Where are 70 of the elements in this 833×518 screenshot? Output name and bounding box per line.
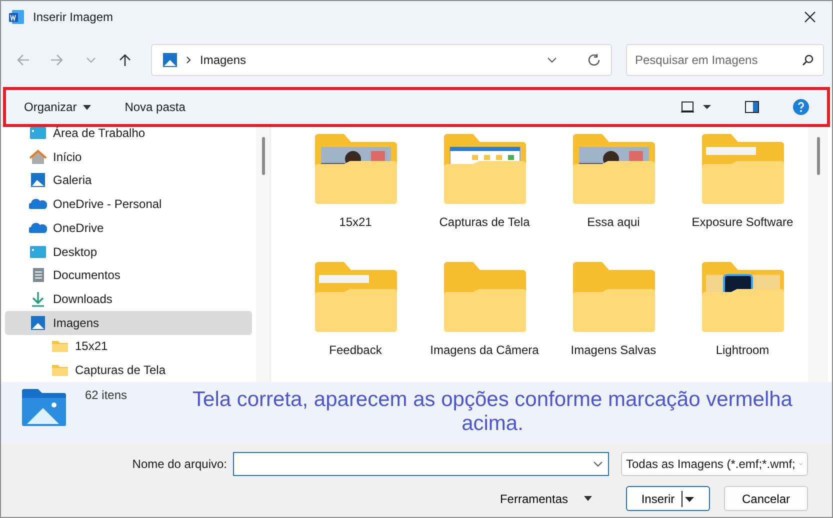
folder-icon [570, 133, 656, 205]
sidebar-item[interactable]: Desktop [5, 240, 252, 264]
folder-item[interactable]: 15x21 [291, 133, 420, 261]
dropdown-icon [593, 461, 603, 467]
organize-button[interactable]: Organizar [22, 98, 93, 116]
sidebar-item[interactable]: Galeria [5, 168, 252, 192]
insert-button[interactable]: Inserir [626, 486, 710, 511]
dropdown-icon [547, 56, 557, 62]
folder-item[interactable]: Exposure Software [678, 133, 807, 261]
item-count: 62 itens [85, 388, 128, 404]
folder-icon [51, 362, 69, 378]
sidebar-item[interactable]: Documentos [5, 263, 252, 288]
folder-icon [312, 261, 398, 333]
download-icon [29, 291, 47, 307]
sidebar-item[interactable]: Downloads [5, 287, 252, 311]
folder-item[interactable]: Feedback [291, 261, 420, 382]
caret-icon [82, 104, 91, 110]
window-title: Inserir Imagem [33, 10, 114, 24]
preview-pane-button[interactable] [743, 99, 761, 115]
back-arrow-icon [16, 52, 30, 66]
gallery-icon [29, 172, 47, 188]
file-type-dropdown[interactable]: Todas as Imagens (*.emf;*.wmf; [621, 452, 808, 476]
tools-button[interactable]: Ferramentas [494, 490, 598, 506]
folder-icon [700, 261, 786, 333]
search-icon [802, 54, 814, 66]
folder-item[interactable]: Essa aqui [549, 133, 678, 261]
home-icon [29, 148, 47, 165]
folder-item[interactable]: Lightroom [678, 261, 807, 382]
folder-icon [570, 261, 656, 333]
monitor-icon [29, 124, 47, 141]
folder-icon [442, 133, 528, 205]
pictures-icon [162, 52, 178, 68]
address-path: Imagens [200, 52, 248, 66]
word-app-icon [9, 9, 25, 25]
file-name-label: Nome do arquivo: [132, 457, 227, 471]
split-caret-icon [680, 490, 695, 506]
folder-icon [442, 261, 528, 333]
up-arrow-icon [118, 52, 132, 66]
scrollbar[interactable] [808, 127, 828, 382]
file-name-field[interactable] [233, 452, 609, 476]
sidebar-item[interactable]: Início [5, 144, 252, 168]
folder-item[interactable]: Capturas de Tela [420, 133, 549, 261]
sidebar-item[interactable]: 15x21 [5, 334, 252, 358]
caret-icon [584, 496, 592, 501]
sidebar-item[interactable]: Área de Trabalho [5, 121, 252, 145]
forward-arrow-icon [50, 52, 64, 66]
sidebar-item[interactable]: OneDrive - Personal [5, 192, 252, 216]
help-button[interactable] [791, 97, 811, 117]
address-bar[interactable]: Imagens [151, 44, 612, 76]
cancel-button[interactable]: Cancelar [724, 486, 808, 511]
folder-icon [700, 133, 786, 205]
chevron-icon [186, 56, 192, 64]
search-field[interactable]: Pesquisar em Imagens [626, 44, 824, 76]
folder-item[interactable]: Imagens da Câmera [420, 261, 549, 382]
monitor-icon [29, 244, 47, 260]
folder-item[interactable]: Imagens Salvas [549, 261, 678, 382]
chevron-down-icon [86, 56, 96, 62]
new-folder-button[interactable]: Nova pasta [122, 98, 188, 116]
close-icon [804, 11, 816, 23]
refresh-icon [587, 52, 601, 66]
pictures-folder-icon [21, 388, 67, 426]
folder-icon [51, 338, 69, 354]
sidebar-item[interactable]: Capturas de Tela [5, 358, 252, 382]
annotation-text: Tela correta, aparecem as opções conforme marcação vermelha acima. [192, 388, 794, 436]
view-button[interactable] [679, 99, 713, 115]
pictures-icon [29, 314, 47, 331]
sidebar-item[interactable]: OneDrive [5, 216, 252, 240]
scrollbar[interactable] [256, 127, 270, 382]
folder-icon [312, 133, 398, 205]
sidebar-item[interactable]: Imagens [5, 310, 252, 335]
